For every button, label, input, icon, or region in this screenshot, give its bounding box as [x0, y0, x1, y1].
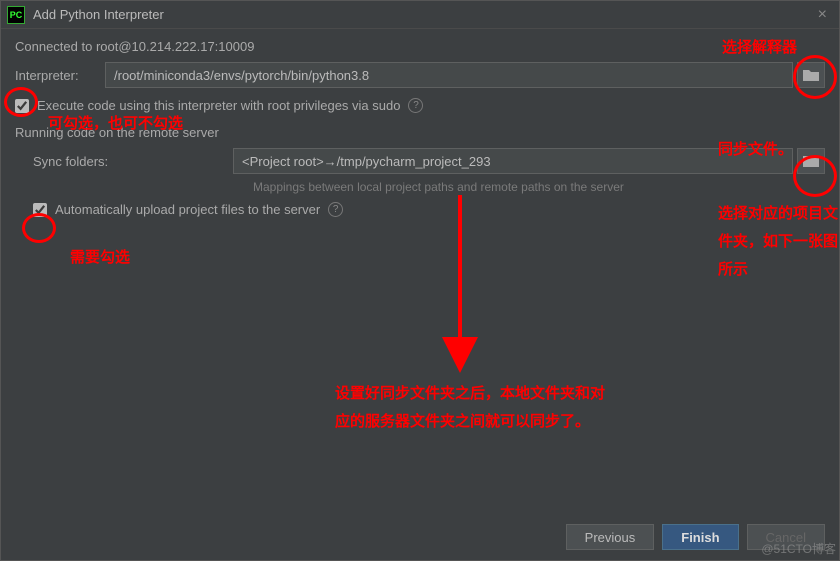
folder-icon: [803, 155, 819, 167]
interpreter-path-input[interactable]: [105, 62, 793, 88]
close-icon[interactable]: ×: [812, 6, 833, 24]
add-interpreter-dialog: PC Add Python Interpreter × Connected to…: [0, 0, 840, 561]
sync-hint: Mappings between local project paths and…: [253, 180, 825, 194]
help-icon[interactable]: ?: [328, 202, 343, 217]
interpreter-browse-button[interactable]: [797, 62, 825, 88]
finish-button[interactable]: Finish: [662, 524, 738, 550]
titlebar: PC Add Python Interpreter ×: [1, 1, 839, 29]
remote-section-header: Running code on the remote server: [15, 125, 825, 140]
interpreter-row: Interpreter:: [15, 62, 825, 88]
sync-row: Sync folders:: [15, 148, 825, 174]
connected-status: Connected to root@10.214.222.17:10009: [15, 39, 825, 54]
cancel-button[interactable]: Cancel: [747, 524, 825, 550]
auto-upload-row: Automatically upload project files to th…: [33, 202, 825, 217]
folder-icon: [803, 69, 819, 81]
auto-upload-checkbox[interactable]: [33, 203, 47, 217]
sync-folders-input[interactable]: [233, 148, 793, 174]
pycharm-icon: PC: [7, 6, 25, 24]
sudo-checkbox[interactable]: [15, 99, 29, 113]
sync-label: Sync folders:: [33, 154, 233, 169]
sudo-checkbox-row: Execute code using this interpreter with…: [15, 98, 825, 113]
previous-button[interactable]: Previous: [566, 524, 655, 550]
sync-browse-button[interactable]: [797, 148, 825, 174]
dialog-footer: Previous Finish Cancel: [566, 524, 825, 550]
dialog-content: Connected to root@10.214.222.17:10009 In…: [1, 29, 839, 217]
dialog-title: Add Python Interpreter: [33, 7, 812, 22]
sudo-checkbox-label: Execute code using this interpreter with…: [37, 98, 400, 113]
auto-upload-label: Automatically upload project files to th…: [55, 202, 320, 217]
help-icon[interactable]: ?: [408, 98, 423, 113]
interpreter-label: Interpreter:: [15, 68, 105, 83]
